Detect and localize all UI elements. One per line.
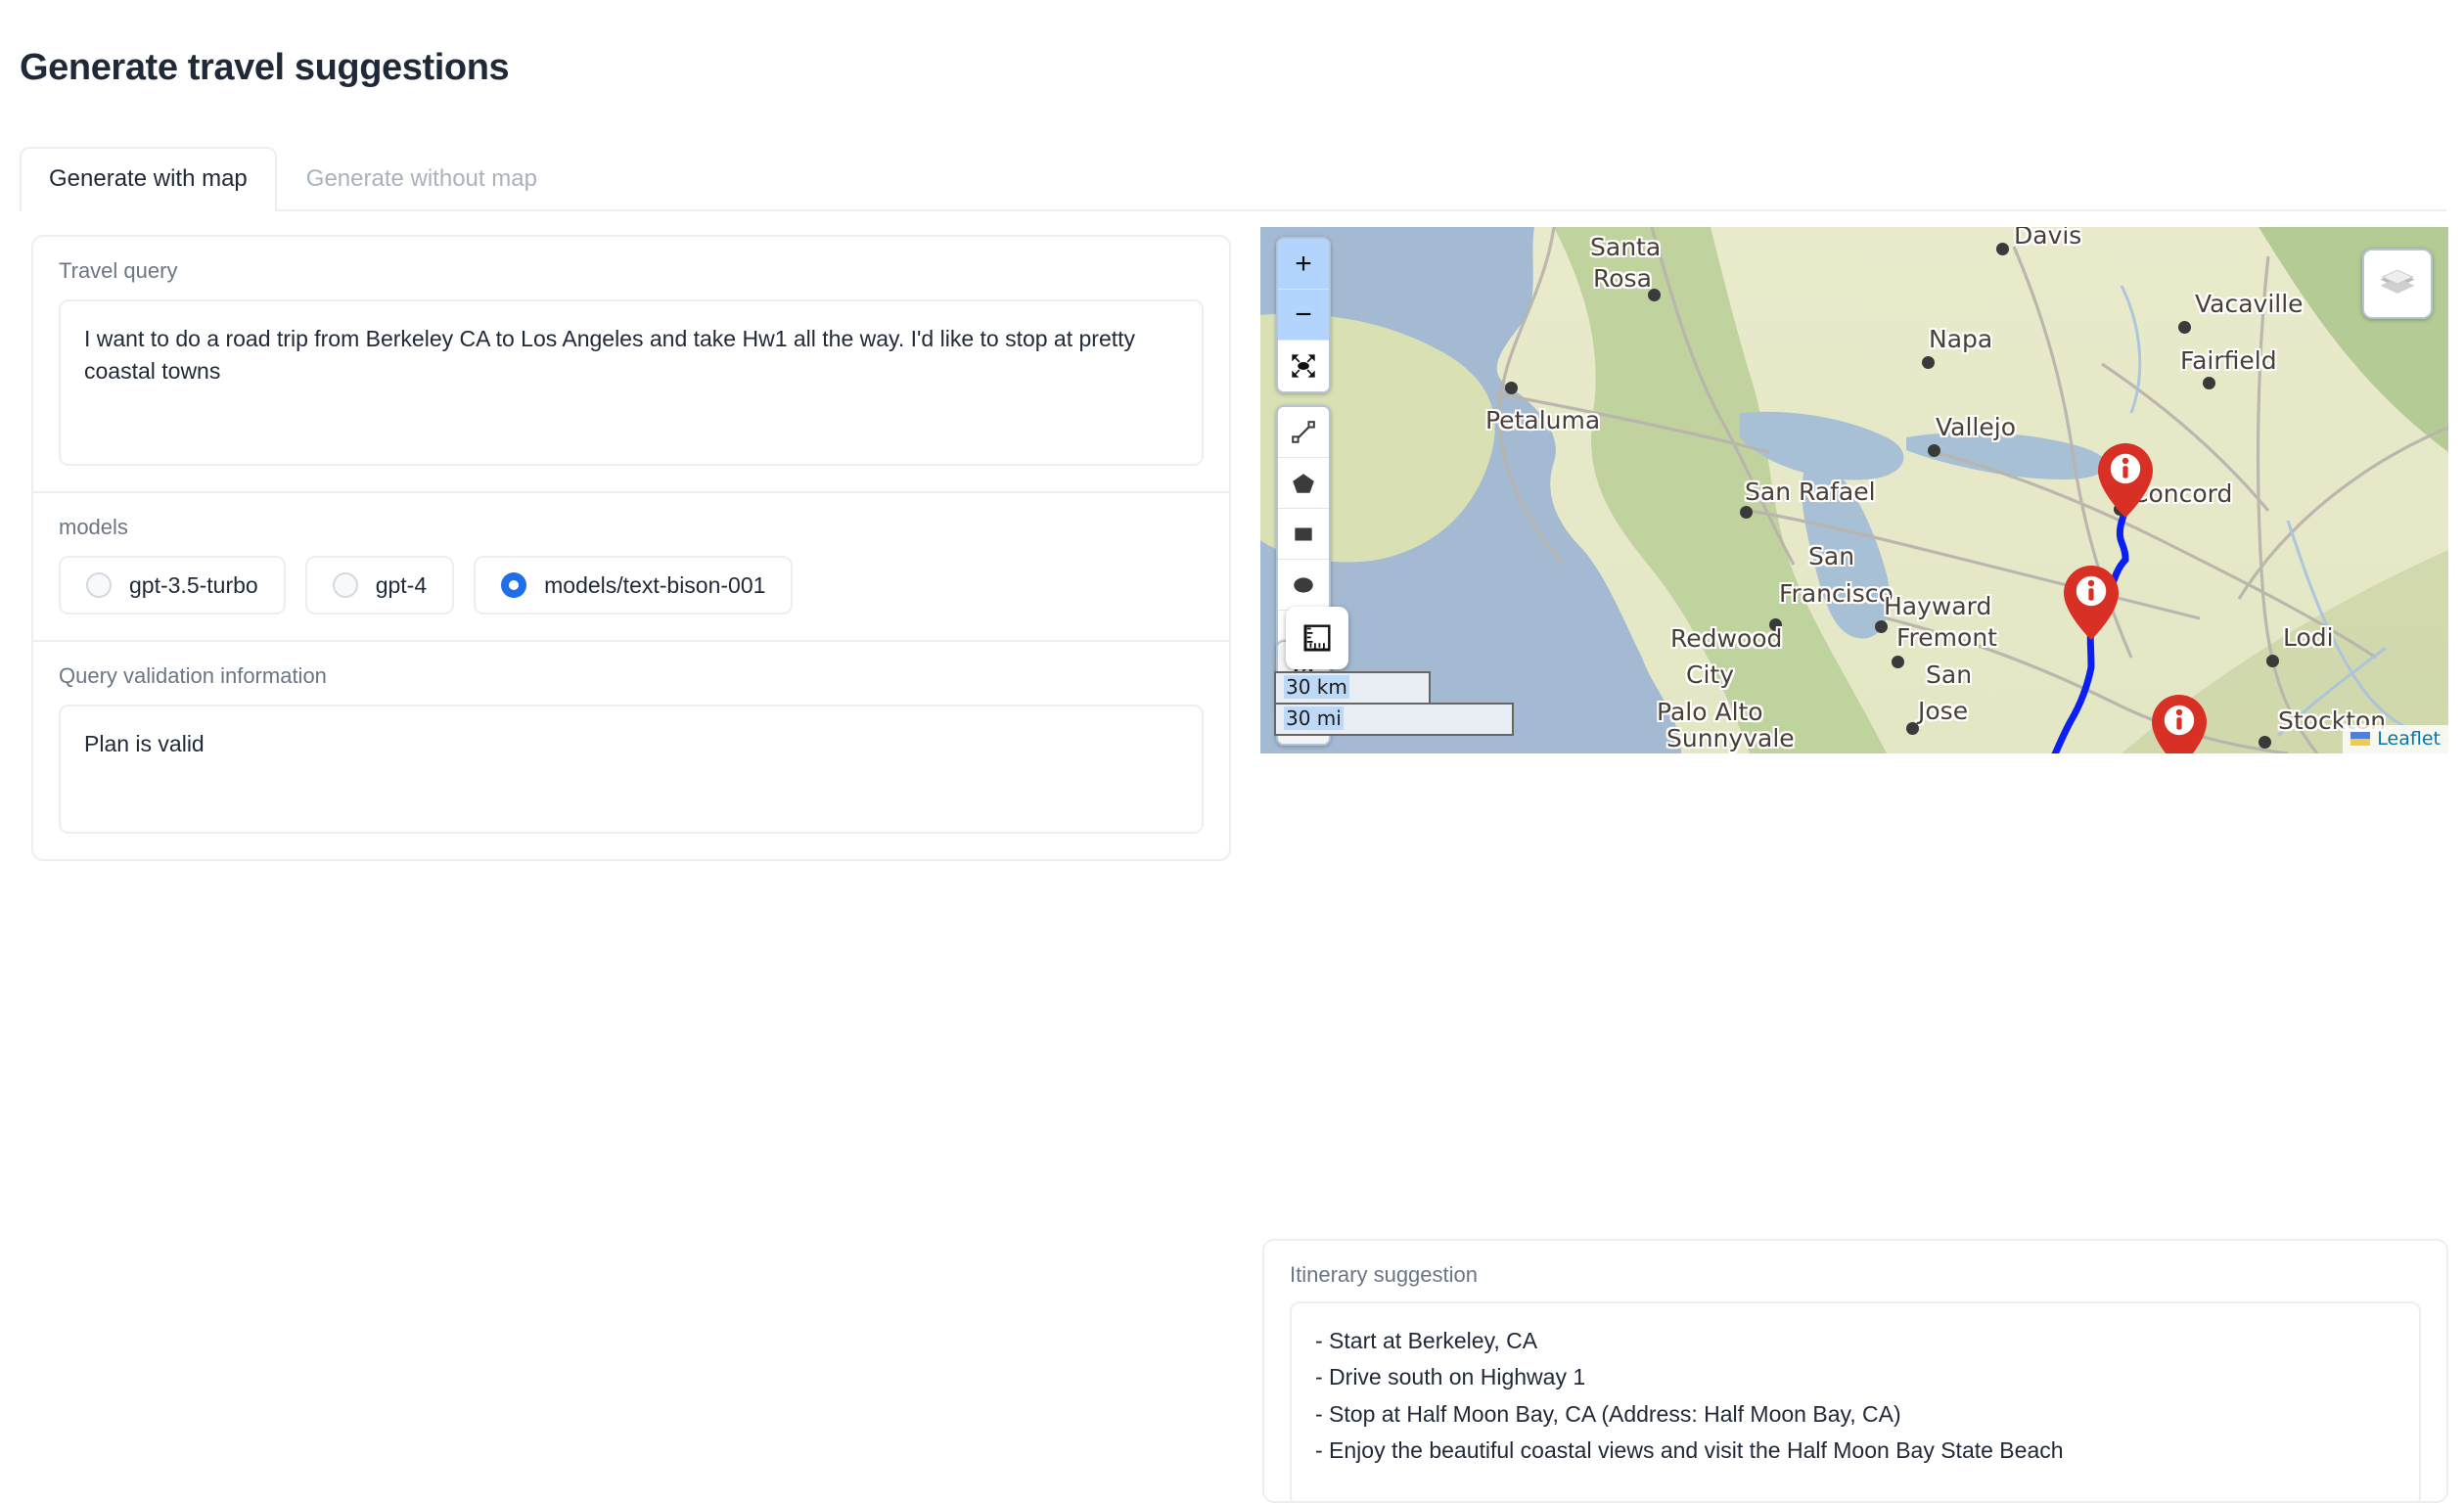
map-city-dot: [2266, 655, 2279, 667]
itinerary-line: - Drive south on Highway 1: [1315, 1359, 2396, 1395]
map-city-dot: [2259, 736, 2271, 749]
polyline-tool-button[interactable]: [1278, 407, 1329, 458]
radio-dot-icon: [333, 572, 358, 598]
fullscreen-button[interactable]: [1278, 341, 1329, 391]
info-marker-half-moon-bay[interactable]: [2064, 566, 2119, 640]
zoom-control[interactable]: + −: [1276, 237, 1331, 393]
map-attribution[interactable]: Leaflet: [2343, 725, 2448, 753]
rectangle-icon: [1291, 522, 1316, 547]
marker-pin-icon: [2152, 695, 2207, 753]
map-city-dot: [1922, 356, 1935, 369]
zoom-out-button[interactable]: −: [1278, 290, 1329, 341]
polyline-icon: [1291, 420, 1316, 445]
map-city-dot: [1769, 618, 1782, 631]
map-city-dot: [1648, 289, 1661, 301]
itinerary-label: Itinerary suggestion: [1290, 1262, 2421, 1288]
circle-tool-button[interactable]: [1278, 560, 1329, 611]
radio-gpt-4[interactable]: gpt-4: [305, 556, 454, 615]
travel-query-input[interactable]: I want to do a road trip from Berkeley C…: [59, 299, 1204, 466]
map-city-dot: [1875, 620, 1888, 633]
map-city-dot: [1505, 382, 1518, 394]
layers-control-button[interactable]: [2362, 249, 2433, 319]
circle-icon: [1291, 572, 1316, 598]
radio-label: models/text-bison-001: [544, 572, 765, 599]
map-city-dot: [1906, 722, 1919, 735]
info-marker-santa-cruz[interactable]: [2152, 695, 2207, 753]
tab-label: Generate with map: [49, 165, 248, 193]
map-city-dot: [2178, 321, 2191, 334]
travel-query-label: Travel query: [59, 258, 1204, 284]
map-city-dot: [1996, 243, 2009, 255]
radio-dot-icon: [86, 572, 112, 598]
validation-output: Plan is valid: [59, 705, 1204, 834]
map-city-dot: [1740, 506, 1753, 519]
scale-mi: 30 mi: [1274, 703, 1514, 736]
query-card: Travel query I want to do a road trip fr…: [31, 235, 1231, 861]
itinerary-output: - Start at Berkeley, CA - Drive south on…: [1290, 1301, 2421, 1503]
polygon-icon: [1291, 471, 1316, 496]
itinerary-card: Itinerary suggestion - Start at Berkeley…: [1262, 1239, 2448, 1503]
tab-label: Generate without map: [306, 165, 537, 193]
info-marker-san-francisco[interactable]: [2098, 443, 2153, 518]
radio-label: gpt-3.5-turbo: [129, 572, 258, 599]
page-title: Generate travel suggestions: [20, 47, 509, 89]
left-column: Travel query I want to do a road trip fr…: [31, 235, 1231, 861]
marker-pin-icon: [2098, 443, 2153, 518]
scale-bar: 30 km 30 mi: [1274, 671, 1514, 736]
models-radio-group: gpt-3.5-turbo gpt-4 models/text-bison-00…: [59, 556, 1204, 615]
validation-section: Query validation information Plan is val…: [33, 640, 1229, 859]
models-section: models gpt-3.5-turbo gpt-4 models/text-b…: [33, 491, 1229, 640]
tab-bar: Generate with map Generate without map: [20, 149, 2446, 211]
itinerary-line: - Stop at Half Moon Bay, CA (Address: Ha…: [1315, 1396, 2396, 1433]
map-container[interactable]: SantaRosaDavisVacavilleNapaFairfieldPeta…: [1260, 227, 2448, 753]
map-city-dot: [1928, 444, 1940, 457]
radio-dot-selected-icon: [501, 572, 526, 598]
zoom-in-button[interactable]: +: [1278, 239, 1329, 290]
tab-generate-without-map[interactable]: Generate without map: [277, 147, 567, 209]
map-city-dot: [1892, 656, 1904, 668]
radio-gpt-35-turbo[interactable]: gpt-3.5-turbo: [59, 556, 286, 615]
tab-generate-with-map[interactable]: Generate with map: [20, 147, 277, 209]
leaflet-link[interactable]: Leaflet: [2377, 728, 2441, 750]
validation-label: Query validation information: [59, 663, 1204, 689]
scale-km-label: 30 km: [1284, 675, 1349, 699]
ukraine-flag-icon: [2350, 732, 2370, 746]
polygon-tool-button[interactable]: [1278, 458, 1329, 509]
measure-tool-button[interactable]: [1286, 607, 1348, 669]
models-label: models: [59, 515, 1204, 540]
radio-label: gpt-4: [376, 572, 427, 599]
itinerary-line: - Start at Berkeley, CA: [1315, 1323, 2396, 1359]
marker-pin-icon: [2064, 566, 2119, 640]
layers-icon: [2376, 262, 2419, 305]
map-city-dot: [2203, 377, 2215, 389]
itinerary-line: - Enjoy the beautiful coastal views and …: [1315, 1433, 2396, 1469]
travel-query-section: Travel query I want to do a road trip fr…: [33, 237, 1229, 491]
rectangle-tool-button[interactable]: [1278, 509, 1329, 560]
scale-km: 30 km: [1274, 671, 1431, 703]
ruler-icon: [1300, 620, 1335, 656]
expand-icon: [1290, 352, 1317, 380]
radio-text-bison-001[interactable]: models/text-bison-001: [474, 556, 793, 615]
scale-mi-label: 30 mi: [1284, 706, 1344, 730]
